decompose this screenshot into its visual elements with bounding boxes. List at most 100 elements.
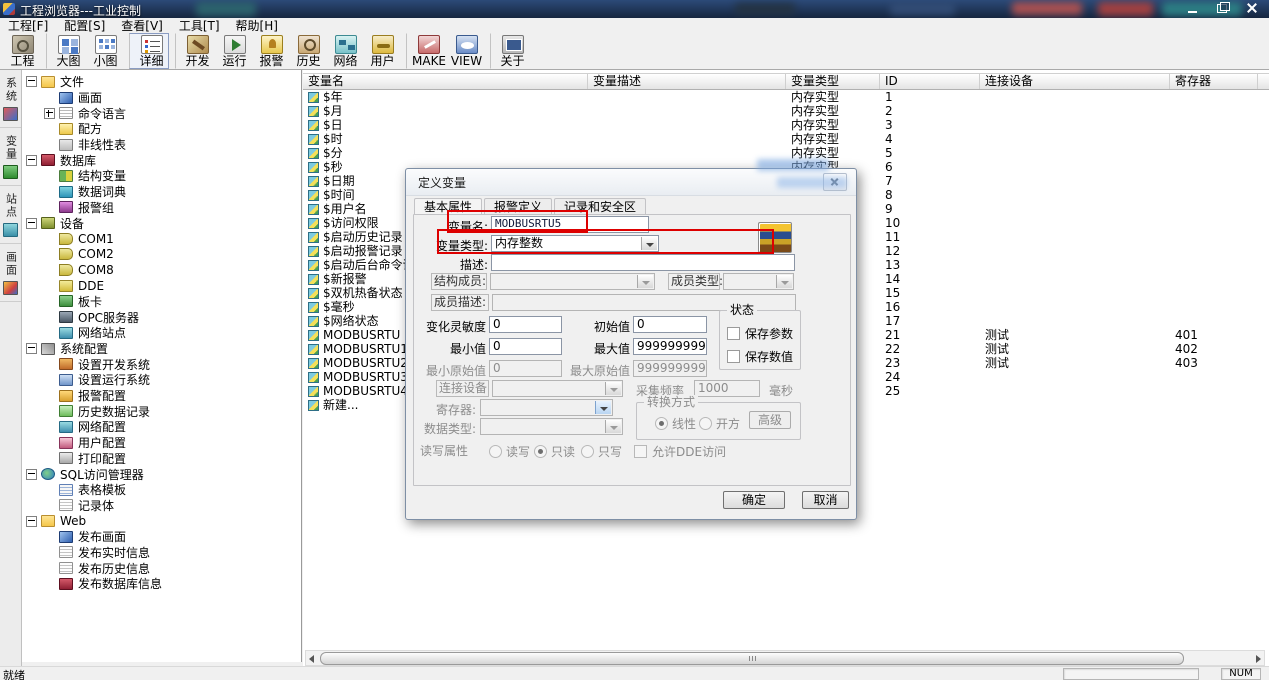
column-header[interactable]: ID bbox=[880, 74, 980, 89]
checkbox-icon[interactable] bbox=[727, 327, 740, 340]
tree-expander-icon[interactable] bbox=[26, 76, 37, 87]
tree-item[interactable]: 设备 bbox=[22, 215, 301, 231]
tree-item[interactable]: 打印配置 bbox=[22, 451, 301, 467]
rw-readonly-radio[interactable]: 只读 bbox=[534, 443, 575, 460]
toolbar-button[interactable]: 详细 bbox=[129, 33, 169, 69]
tree-expander-icon[interactable] bbox=[26, 155, 37, 166]
tree-item[interactable]: 网络配置 bbox=[22, 419, 301, 435]
save-value-checkbox[interactable]: 保存数值 bbox=[727, 348, 793, 365]
max-value-field[interactable]: 999999999 bbox=[633, 338, 707, 355]
toolbar-button[interactable]: MAKE bbox=[406, 33, 447, 69]
toolbar-button[interactable]: 工程 bbox=[5, 33, 40, 69]
radio-icon[interactable] bbox=[489, 445, 502, 458]
tree-item[interactable]: 文件 bbox=[22, 74, 301, 90]
variable-row[interactable]: $年 内存实型 1 bbox=[303, 90, 1269, 104]
tree-item[interactable]: 结构变量 bbox=[22, 168, 301, 184]
left-tab[interactable]: 站点 bbox=[0, 186, 21, 244]
tree-expander-icon[interactable] bbox=[26, 343, 37, 354]
left-tab[interactable]: 变量 bbox=[0, 128, 21, 186]
tree-item[interactable]: 设置运行系统 bbox=[22, 372, 301, 388]
tree-item[interactable]: SQL访问管理器 bbox=[22, 466, 301, 482]
chevron-down-icon[interactable] bbox=[595, 401, 611, 414]
tree-item[interactable]: COM1 bbox=[22, 231, 301, 247]
cancel-button[interactable]: 取消 bbox=[802, 491, 849, 509]
rw-writeonly-radio[interactable]: 只写 bbox=[581, 443, 622, 460]
tree-item[interactable]: 用户配置 bbox=[22, 435, 301, 451]
radio-icon[interactable] bbox=[655, 417, 668, 430]
toolbar-button[interactable]: 运行 bbox=[217, 33, 252, 69]
tree-expander-icon[interactable] bbox=[26, 516, 37, 527]
restore-icon[interactable] bbox=[1207, 0, 1237, 17]
min-value-field[interactable]: 0 bbox=[489, 338, 562, 355]
toolbar-button[interactable]: 报警 bbox=[254, 33, 289, 69]
sensitivity-field[interactable]: 0 bbox=[489, 316, 562, 333]
toolbar-button[interactable]: 开发 bbox=[175, 33, 215, 69]
variable-row[interactable]: $日 内存实型 3 bbox=[303, 118, 1269, 132]
menu-item[interactable]: 帮助[H] bbox=[228, 17, 286, 34]
tree-item[interactable]: COM2 bbox=[22, 247, 301, 263]
horizontal-scrollbar[interactable] bbox=[305, 650, 1265, 666]
checkbox-icon[interactable] bbox=[727, 350, 740, 363]
tree-item[interactable]: 表格模板 bbox=[22, 482, 301, 498]
tree-item[interactable]: 系统配置 bbox=[22, 341, 301, 357]
toolbar-button[interactable]: 关于 bbox=[490, 33, 530, 69]
tree-item[interactable]: DDE bbox=[22, 278, 301, 294]
tree-item[interactable]: 报警配置 bbox=[22, 388, 301, 404]
tree-item[interactable]: 非线性表 bbox=[22, 137, 301, 153]
menu-item[interactable]: 工程[F] bbox=[0, 17, 56, 34]
tree-item[interactable]: 发布历史信息 bbox=[22, 560, 301, 576]
description-field[interactable] bbox=[491, 254, 795, 271]
menu-item[interactable]: 查看[V] bbox=[113, 17, 171, 34]
tree-item[interactable]: 数据词典 bbox=[22, 184, 301, 200]
checkbox-icon[interactable] bbox=[634, 445, 647, 458]
tree-item[interactable]: 板卡 bbox=[22, 294, 301, 310]
toolbar-button[interactable]: 历史 bbox=[291, 33, 326, 69]
tree-item[interactable]: 发布画面 bbox=[22, 529, 301, 545]
tree-item[interactable]: 命令语言 bbox=[22, 105, 301, 121]
column-header[interactable]: 变量类型 bbox=[786, 74, 880, 89]
sqrt-radio[interactable]: 开方 bbox=[699, 415, 740, 432]
tree-item[interactable]: 历史数据记录 bbox=[22, 403, 301, 419]
linear-radio[interactable]: 线性 bbox=[655, 415, 696, 432]
allow-dde-checkbox[interactable]: 允许DDE访问 bbox=[634, 443, 726, 460]
column-header[interactable]: 连接设备 bbox=[980, 74, 1170, 89]
rw-readwrite-radio[interactable]: 读写 bbox=[489, 443, 530, 460]
toolbar-button[interactable]: 大图 bbox=[46, 33, 86, 69]
menu-item[interactable]: 工具[T] bbox=[171, 17, 228, 34]
menu-item[interactable]: 配置[S] bbox=[56, 17, 113, 34]
initial-value-field[interactable]: 0 bbox=[633, 316, 707, 333]
radio-icon[interactable] bbox=[581, 445, 594, 458]
tree-item[interactable]: 发布数据库信息 bbox=[22, 576, 301, 592]
column-header[interactable]: 变量描述 bbox=[588, 74, 786, 89]
variable-row[interactable]: $时 内存实型 4 bbox=[303, 132, 1269, 146]
toolbar-button[interactable]: 网络 bbox=[328, 33, 363, 69]
tree-item[interactable]: 配方 bbox=[22, 121, 301, 137]
tree-item[interactable]: 网络站点 bbox=[22, 325, 301, 341]
tree-item[interactable]: OPC服务器 bbox=[22, 309, 301, 325]
toolbar-button[interactable]: 用户 bbox=[365, 33, 400, 69]
tree-item[interactable]: COM8 bbox=[22, 262, 301, 278]
close-icon[interactable] bbox=[1237, 0, 1267, 17]
tree-item[interactable]: 报警组 bbox=[22, 200, 301, 216]
scrollbar-thumb[interactable] bbox=[320, 652, 1184, 665]
tree-item[interactable]: 发布实时信息 bbox=[22, 545, 301, 561]
radio-icon[interactable] bbox=[534, 445, 547, 458]
tree-item[interactable]: 画面 bbox=[22, 90, 301, 106]
left-tab[interactable]: 系统 bbox=[0, 70, 21, 128]
scroll-right-icon[interactable] bbox=[1252, 652, 1264, 664]
tree-item[interactable]: 设置开发系统 bbox=[22, 356, 301, 372]
toolbar-button[interactable]: 小图 bbox=[88, 33, 123, 69]
tree-item[interactable]: Web bbox=[22, 513, 301, 529]
left-tab[interactable]: 画面 bbox=[0, 244, 21, 302]
column-header[interactable]: 变量名 bbox=[303, 74, 588, 89]
tree-item[interactable]: 数据库 bbox=[22, 152, 301, 168]
variable-row[interactable]: $月 内存实型 2 bbox=[303, 104, 1269, 118]
tree-expander-icon[interactable] bbox=[26, 218, 37, 229]
tree-expander-icon[interactable] bbox=[26, 469, 37, 480]
save-params-checkbox[interactable]: 保存参数 bbox=[727, 325, 793, 342]
variable-row[interactable]: $分 内存实型 5 bbox=[303, 146, 1269, 160]
column-header[interactable]: 寄存器 bbox=[1170, 74, 1258, 89]
tree-item[interactable]: 记录体 bbox=[22, 498, 301, 514]
tree-expander-icon[interactable] bbox=[44, 108, 55, 119]
radio-icon[interactable] bbox=[699, 417, 712, 430]
